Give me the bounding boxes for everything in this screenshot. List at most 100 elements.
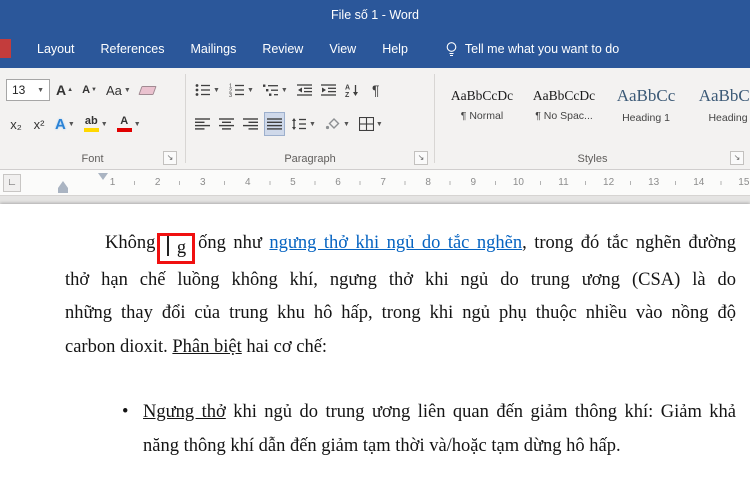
annotation-red-box: g xyxy=(157,233,196,264)
multilevel-list-button[interactable]: ▼ xyxy=(260,78,291,102)
text-cursor xyxy=(167,236,169,256)
increase-indent-button[interactable] xyxy=(318,78,339,102)
borders-button[interactable]: ▼ xyxy=(356,112,386,136)
grow-font-button[interactable]: A ▲ xyxy=(53,78,76,102)
tell-me-label: Tell me what you want to do xyxy=(464,42,620,56)
styles-dialog-launcher[interactable]: ↘ xyxy=(730,151,744,165)
horizontal-ruler[interactable]: ∟ 1 2 3 4 5 6 7 8 9 10 11 12 13 14 15 xyxy=(0,170,750,196)
font-color-dropdown-icon: ▼ xyxy=(133,120,141,128)
text-run: g xyxy=(176,238,187,258)
bullets-icon xyxy=(195,83,211,97)
align-left-button[interactable] xyxy=(192,112,213,136)
tell-me-box[interactable]: Tell me what you want to do xyxy=(445,41,619,58)
hyperlink-sleep-apnea[interactable]: ngưng thở khi ngủ do tắc nghẽn xyxy=(269,233,522,253)
sort-icon: AZ xyxy=(345,83,360,97)
clear-formatting-button[interactable] xyxy=(137,78,158,102)
sort-button[interactable]: AZ xyxy=(342,78,363,102)
shading-dropdown-icon: ▼ xyxy=(342,120,350,128)
ribbon-tab-bar: Layout References Mailings Review View H… xyxy=(0,30,750,68)
shrink-font-icon: ▼ xyxy=(91,87,97,93)
justify-button[interactable] xyxy=(264,112,285,136)
text-run: Không xyxy=(105,233,156,253)
align-right-button[interactable] xyxy=(240,112,261,136)
show-marks-button[interactable]: ¶ xyxy=(366,78,386,102)
ruler-numbers: 1 2 3 4 5 6 7 8 9 10 11 12 13 14 15 xyxy=(109,177,750,188)
svg-text:3: 3 xyxy=(229,93,232,97)
shrink-font-button[interactable]: A ▼ xyxy=(79,78,100,102)
word-window: File số 1 - Word Layout References Maili… xyxy=(0,0,750,500)
lightbulb-icon xyxy=(445,41,458,58)
bullet-item: • Ngưng thở khi ngủ do trung ương liên qu… xyxy=(120,396,736,463)
borders-dropdown-icon: ▼ xyxy=(375,120,383,128)
numbering-button[interactable]: 123 ▼ xyxy=(226,78,257,102)
subscript-button[interactable]: x₂ xyxy=(6,112,26,136)
tab-view[interactable]: View xyxy=(316,30,369,68)
decrease-indent-icon xyxy=(296,83,312,97)
font-color-button[interactable]: A ▼ xyxy=(114,112,144,136)
ribbon-tabs: Layout References Mailings Review View H… xyxy=(24,30,421,68)
tab-help[interactable]: Help xyxy=(369,30,421,68)
line-spacing-button[interactable]: ▼ xyxy=(288,112,319,136)
text-run: carbon dioxit. xyxy=(65,336,173,357)
change-case-button[interactable]: Aa ▼ xyxy=(103,78,134,102)
svg-text:A: A xyxy=(345,85,350,92)
align-center-icon xyxy=(219,117,234,131)
font-dialog-launcher[interactable]: ↘ xyxy=(163,151,177,165)
tab-references[interactable]: References xyxy=(88,30,178,68)
style-card-normal[interactable]: AaBbCcDc ¶ Normal xyxy=(443,76,521,134)
line-spacing-icon xyxy=(291,117,307,131)
text-run: , trong đó tắc nghẽn đường xyxy=(522,233,736,253)
document-area: Không g ống như ngưng thở khi ngủ do tắc n… xyxy=(0,196,750,500)
left-indent-marker[interactable] xyxy=(58,188,68,193)
grow-font-icon: ▲ xyxy=(67,87,74,93)
text-run: ống như xyxy=(198,233,270,253)
text-run: hai cơ chế: xyxy=(241,336,328,357)
align-right-icon xyxy=(243,117,258,131)
increase-indent-icon xyxy=(320,83,336,97)
title-bar: File số 1 - Word xyxy=(0,0,750,30)
decrease-indent-button[interactable] xyxy=(294,78,315,102)
highlight-button[interactable]: ab ▼ xyxy=(81,112,111,136)
first-line-indent-marker[interactable] xyxy=(98,173,108,180)
styles-group: AaBbCcDc ¶ Normal AaBbCcDc ¶ No Spac... … xyxy=(435,68,750,169)
font-group-label: Font xyxy=(81,153,104,165)
svg-text:Z: Z xyxy=(345,92,350,97)
tab-mailings[interactable]: Mailings xyxy=(177,30,249,68)
paragraph-dialog-launcher[interactable]: ↘ xyxy=(414,151,428,165)
tab-review[interactable]: Review xyxy=(249,30,316,68)
highlight-icon: ab xyxy=(83,116,99,132)
paragraph-group: ▼ 123 ▼ ▼ A Z ¶ ▼ ▼ ▼ Paragraph ↘ xyxy=(186,68,434,169)
text-effects-dropdown-icon: ▼ xyxy=(67,120,75,128)
align-center-button[interactable] xyxy=(216,112,237,136)
tab-selector[interactable]: ∟ xyxy=(3,174,21,192)
bullet-marker: • xyxy=(122,402,129,423)
font-size-value: 13 xyxy=(12,83,26,97)
font-size-dropdown-icon: ▼ xyxy=(37,86,44,94)
eraser-icon xyxy=(138,85,157,95)
style-card-no-spacing[interactable]: AaBbCcDc ¶ No Spac... xyxy=(525,76,603,134)
window-title: File số 1 - Word xyxy=(331,8,419,22)
styles-group-label: Styles xyxy=(577,153,608,165)
text-effects-icon: A xyxy=(55,115,66,133)
bullet-line: • Ngưng thở khi ngủ do trung ương liên qu… xyxy=(120,396,736,429)
text-effects-button[interactable]: A ▼ xyxy=(52,112,78,136)
hanging-indent-marker[interactable] xyxy=(58,181,68,188)
document-page[interactable]: Không g ống như ngưng thở khi ngủ do tắc n… xyxy=(0,204,750,500)
font-size-input[interactable]: 13 ▼ xyxy=(6,79,50,101)
styles-gallery: AaBbCcDc ¶ Normal AaBbCcDc ¶ No Spac... … xyxy=(443,76,750,134)
style-card-heading1[interactable]: AaBbCc Heading 1 xyxy=(607,76,685,134)
paragraph-group-label: Paragraph xyxy=(284,153,336,165)
ribbon: 13 ▼ A ▲ A ▼ Aa ▼ x₂ x² A ▼ ab ▼ A ▼ Fon… xyxy=(0,68,750,170)
bullets-button[interactable]: ▼ xyxy=(192,78,223,102)
paragraph-line: những thay đổi của trung khu hô hấp, tro… xyxy=(65,303,736,324)
align-left-icon xyxy=(195,117,210,131)
text-run: khi ngủ do trung ương liên quan đến giảm… xyxy=(225,402,736,423)
superscript-button[interactable]: x² xyxy=(29,112,49,136)
tab-layout[interactable]: Layout xyxy=(24,30,88,68)
borders-icon xyxy=(358,117,374,131)
numbering-dropdown-icon: ▼ xyxy=(246,86,254,94)
shading-button[interactable]: ▼ xyxy=(322,112,353,136)
style-card-heading2[interactable]: AaBbCc Heading xyxy=(689,76,750,134)
multilevel-list-icon xyxy=(262,83,279,97)
bullet-line: năng thông khí dẫn đến giảm tạm thời và/… xyxy=(143,435,621,456)
